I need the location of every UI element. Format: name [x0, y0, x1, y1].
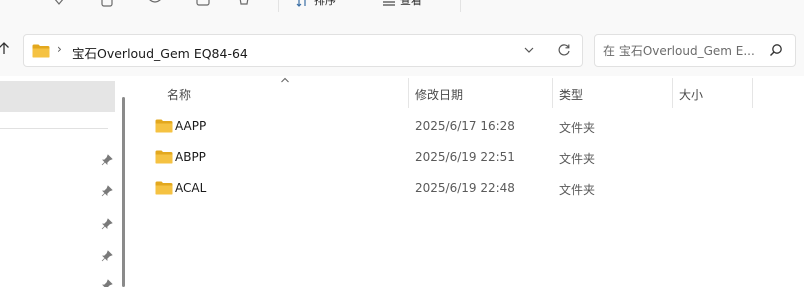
address-bar[interactable]: › 宝石Overloud_Gem EQ84-64: [23, 34, 583, 67]
file-explorer-window: 排序 查看 › 宝石Overloud_Gem EQ84-64 在 宝石Overl…: [0, 0, 804, 287]
column-divider[interactable]: [752, 78, 753, 108]
pin-icon[interactable]: [101, 154, 113, 166]
up-button[interactable]: [0, 40, 12, 60]
breadcrumb-current-folder[interactable]: 宝石Overloud_Gem EQ84-64: [72, 43, 248, 62]
rename-icon: [196, 0, 210, 6]
pin-icon[interactable]: [101, 218, 113, 230]
folder-icon: [155, 150, 173, 164]
column-divider[interactable]: [408, 78, 409, 108]
rename-button[interactable]: [196, 0, 210, 8]
address-row: › 宝石Overloud_Gem EQ84-64: [0, 12, 804, 76]
breadcrumb-chevron-icon[interactable]: ›: [57, 42, 62, 56]
file-type: 文件夹: [559, 152, 596, 166]
view-label: 查看: [400, 0, 422, 7]
sort-icon: [296, 0, 306, 7]
column-divider[interactable]: [672, 78, 673, 108]
file-date: 2025/6/17 16:28: [415, 119, 515, 133]
folder-icon: [155, 119, 173, 133]
file-list: 名称 修改日期 类型 大小 AAPP 2025/6/17 16:28 文件夹 A…: [126, 76, 804, 287]
cut-button[interactable]: [52, 0, 66, 8]
cut-icon: [54, 0, 64, 5]
toolbar-divider: [278, 0, 279, 12]
file-name[interactable]: ACAL: [175, 181, 206, 195]
search-box[interactable]: [594, 34, 796, 67]
column-header-name[interactable]: 名称: [167, 86, 191, 103]
column-header-size[interactable]: 大小: [679, 86, 703, 103]
delete-icon: [239, 0, 249, 5]
folder-icon: [155, 181, 173, 195]
paste-button[interactable]: [146, 0, 164, 8]
arrow-up-icon: [0, 42, 9, 54]
table-row[interactable]: ACAL 2025/6/19 22:48 文件夹: [126, 176, 804, 200]
paste-icon: [149, 0, 161, 3]
file-type: 文件夹: [559, 183, 596, 197]
pin-icon[interactable]: [101, 279, 113, 287]
file-name[interactable]: AAPP: [175, 119, 206, 133]
toolbar-divider: [460, 0, 461, 12]
copy-button[interactable]: [100, 0, 114, 8]
navigation-pane: [0, 76, 126, 287]
chevron-down-icon[interactable]: [522, 43, 536, 57]
nav-item-selected[interactable]: [0, 81, 115, 112]
file-date: 2025/6/19 22:48: [415, 181, 515, 195]
table-row[interactable]: ABPP 2025/6/19 22:51 文件夹: [126, 145, 804, 169]
file-date: 2025/6/19 22:51: [415, 150, 515, 164]
column-header-date[interactable]: 修改日期: [415, 86, 463, 103]
refresh-icon[interactable]: [556, 42, 572, 58]
sort-ascending-icon: [281, 77, 289, 83]
folder-icon: [32, 44, 50, 58]
pin-icon[interactable]: [101, 185, 113, 197]
search-input[interactable]: [603, 43, 763, 59]
copy-icon: [101, 0, 113, 7]
file-type: 文件夹: [559, 121, 596, 135]
column-header-type[interactable]: 类型: [559, 86, 583, 103]
nav-scrollbar[interactable]: [122, 97, 125, 287]
command-bar: 排序 查看: [0, 0, 804, 12]
search-icon[interactable]: [769, 43, 783, 57]
column-divider[interactable]: [552, 78, 553, 108]
view-button[interactable]: 查看: [382, 0, 422, 8]
delete-button[interactable]: [238, 0, 250, 8]
view-icon: [383, 1, 395, 6]
pin-icon[interactable]: [101, 250, 113, 262]
nav-divider: [0, 128, 108, 129]
sort-label: 排序: [314, 0, 336, 7]
table-row[interactable]: AAPP 2025/6/17 16:28 文件夹: [126, 114, 804, 138]
file-name[interactable]: ABPP: [175, 150, 206, 164]
sort-button[interactable]: 排序: [296, 0, 336, 8]
